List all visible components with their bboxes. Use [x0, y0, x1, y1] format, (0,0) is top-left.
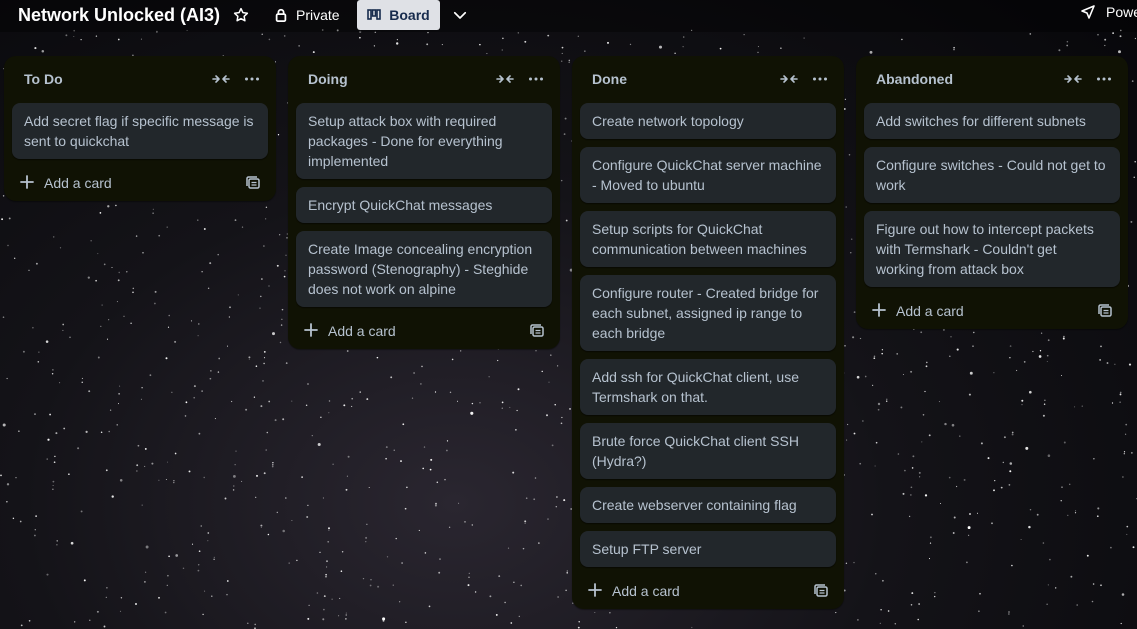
star-icon[interactable]	[232, 6, 250, 24]
visibility-button[interactable]: Private	[274, 4, 340, 26]
add-card-button[interactable]: Add a card	[572, 573, 844, 609]
list-header: Abandoned	[856, 56, 1128, 100]
card[interactable]: Add secret flag if specific message is s…	[12, 103, 268, 159]
list-title[interactable]: Abandoned	[876, 71, 953, 87]
add-card-label: Add a card	[612, 583, 680, 599]
card-list: Create network topology Configure QuickCh…	[572, 100, 844, 567]
collapse-icon[interactable]	[212, 74, 230, 84]
list-done: Done Create network topology Configure Qu…	[572, 56, 844, 609]
collapse-icon[interactable]	[780, 74, 798, 84]
plus-icon	[20, 175, 34, 189]
card[interactable]: Create Image concealing encryption passw…	[296, 231, 552, 307]
card[interactable]: Create webserver containing flag	[580, 487, 836, 523]
more-icon[interactable]	[244, 71, 260, 87]
power-ups-label: Power-Ups	[1106, 4, 1137, 20]
list-header: Doing	[288, 56, 560, 100]
add-card-label: Add a card	[896, 303, 964, 319]
board-header: Network Unlocked (AI3) Private Board Pow…	[0, 0, 1137, 32]
card[interactable]: Figure out how to intercept packets with…	[864, 211, 1120, 287]
add-card-button[interactable]: Add a card	[4, 165, 276, 201]
plus-icon	[872, 303, 886, 317]
card[interactable]: Brute force QuickChat client SSH (Hydra?…	[580, 423, 836, 479]
card[interactable]: Encrypt QuickChat messages	[296, 187, 552, 223]
more-icon[interactable]	[812, 71, 828, 87]
card-list: Add switches for different subnets Config…	[856, 100, 1128, 287]
rocket-icon	[1081, 5, 1095, 19]
template-icon[interactable]	[814, 584, 828, 598]
card[interactable]: Configure switches - Could not get to wo…	[864, 147, 1120, 203]
card[interactable]: Create network topology	[580, 103, 836, 139]
list-abandoned: Abandoned Add switches for different sub…	[856, 56, 1128, 329]
add-card-button[interactable]: Add a card	[856, 293, 1128, 329]
collapse-icon[interactable]	[1064, 74, 1082, 84]
board-title[interactable]: Network Unlocked (AI3)	[18, 5, 220, 26]
template-icon[interactable]	[530, 324, 544, 338]
power-ups-button[interactable]: Power-Ups	[1080, 4, 1137, 20]
card[interactable]: Setup attack box with required packages …	[296, 103, 552, 179]
card[interactable]: Setup scripts for QuickChat communicatio…	[580, 211, 836, 267]
add-card-label: Add a card	[44, 175, 112, 191]
lock-icon	[275, 8, 287, 22]
card[interactable]: Configure QuickChat server machine - Mov…	[580, 147, 836, 203]
board-icon	[367, 9, 382, 20]
plus-icon	[588, 583, 602, 597]
card[interactable]: Setup FTP server	[580, 531, 836, 567]
list-title[interactable]: To Do	[24, 71, 63, 87]
board-view-button[interactable]: Board	[357, 0, 440, 30]
card[interactable]: Add switches for different subnets	[864, 103, 1120, 139]
board-view-label: Board	[389, 7, 430, 23]
add-card-label: Add a card	[328, 323, 396, 339]
list-title[interactable]: Done	[592, 71, 627, 87]
chevron-down-icon[interactable]	[451, 6, 469, 24]
list-doing: Doing Setup attack box with required pac…	[288, 56, 560, 349]
card-list: Setup attack box with required packages …	[288, 100, 560, 307]
add-card-button[interactable]: Add a card	[288, 313, 560, 349]
card[interactable]: Configure router - Created bridge for ea…	[580, 275, 836, 351]
template-icon[interactable]	[246, 176, 260, 190]
card-list: Add secret flag if specific message is s…	[4, 100, 276, 159]
card[interactable]: Add ssh for QuickChat client, use Termsh…	[580, 359, 836, 415]
list-header: Done	[572, 56, 844, 100]
visibility-label: Private	[296, 7, 340, 23]
list-header: To Do	[4, 56, 276, 100]
more-icon[interactable]	[528, 71, 544, 87]
collapse-icon[interactable]	[496, 74, 514, 84]
list-to-do: To Do Add secret flag if specific messag…	[4, 56, 276, 201]
plus-icon	[304, 323, 318, 337]
template-icon[interactable]	[1098, 304, 1112, 318]
list-title[interactable]: Doing	[308, 71, 348, 87]
more-icon[interactable]	[1096, 71, 1112, 87]
